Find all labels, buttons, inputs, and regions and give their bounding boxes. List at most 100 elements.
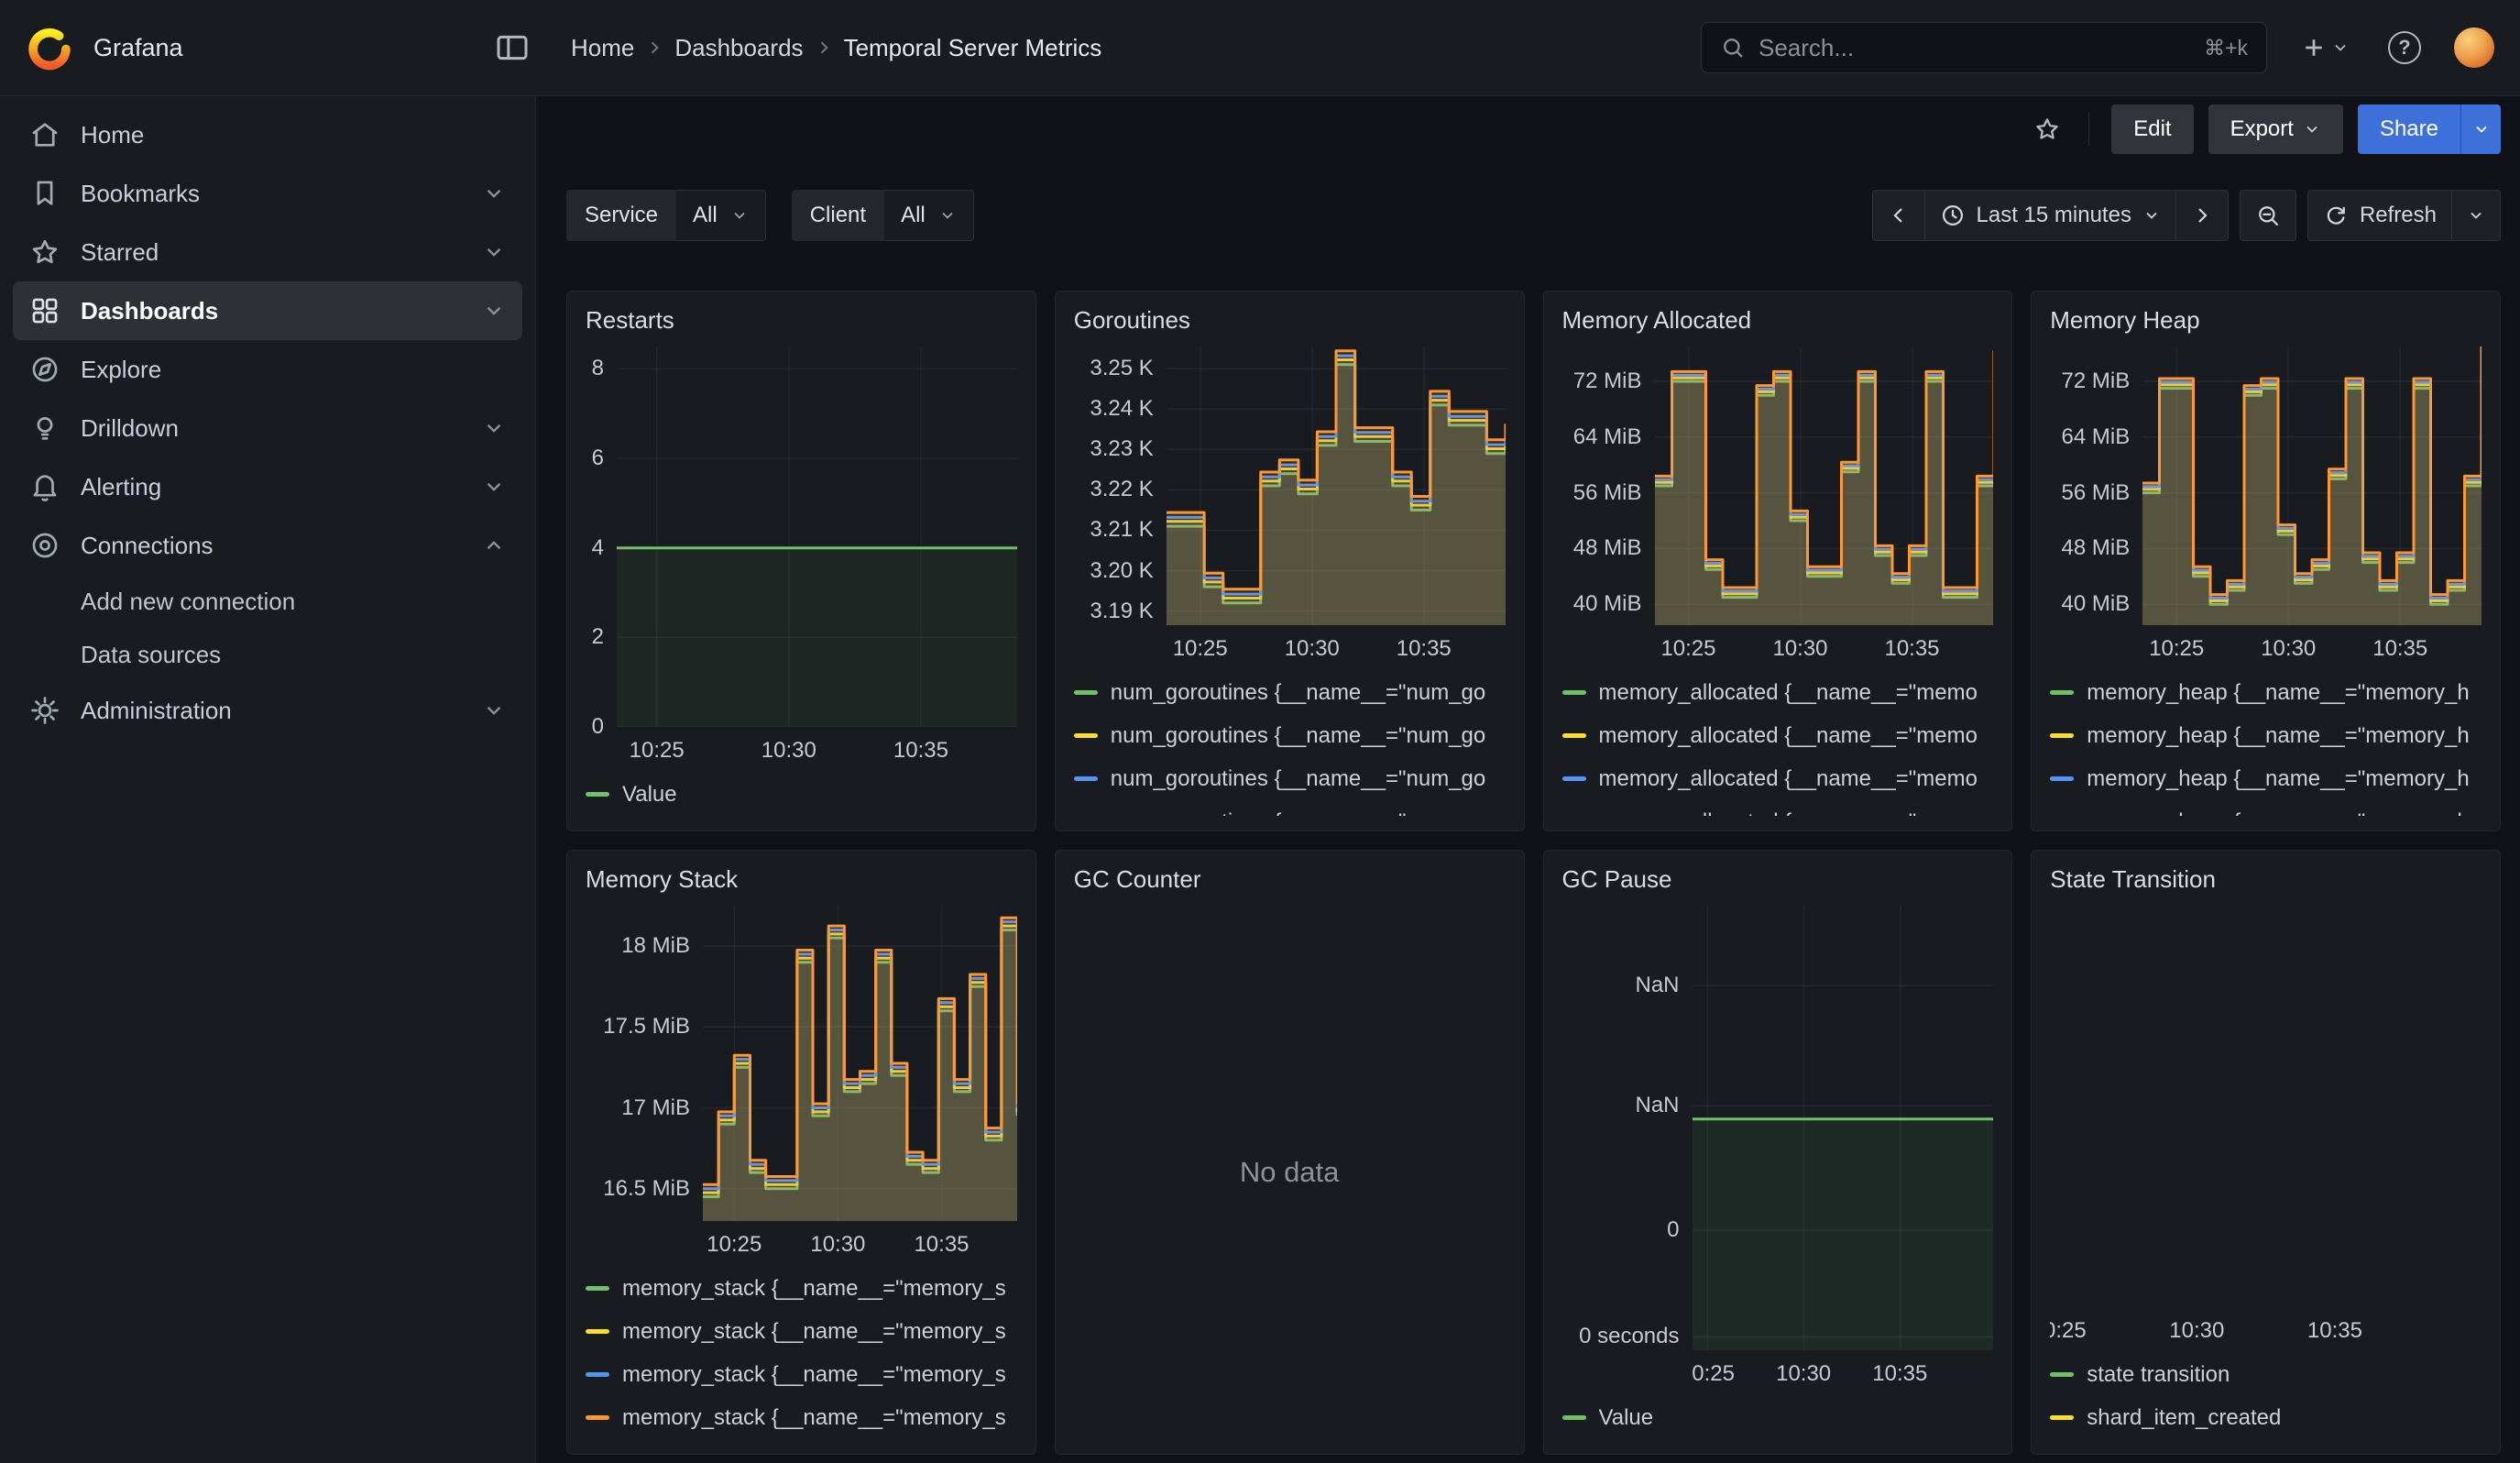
sidebar-item-drilldown[interactable]: Drilldown [13,399,522,457]
y-axis: 3.25 K3.24 K3.23 K3.22 K3.21 K3.20 K3.19… [1074,346,1167,625]
y-axis: 72 MiB64 MiB56 MiB48 MiB40 MiB [2050,346,2142,625]
compass-icon [29,354,60,385]
sidebar-item-add-new-connection[interactable]: Add new connection [13,575,522,628]
variable-client-select[interactable]: All [884,190,974,241]
time-forward-button[interactable] [2176,190,2229,241]
legend-item[interactable]: shard_item_created [2050,1396,2482,1439]
sidebar-item-data-sources[interactable]: Data sources [13,628,522,681]
favorite-star-button[interactable] [2028,110,2066,148]
sidebar-item-starred[interactable]: Starred [13,223,522,281]
chevron-up-icon[interactable] [482,534,506,557]
refresh-interval-button[interactable] [2452,190,2501,241]
plot-area[interactable] [2050,906,2482,1307]
time-back-button[interactable] [1872,190,1925,241]
legend-item[interactable]: memory_stack {__name__="memory_s [586,1396,1017,1439]
legend-item[interactable]: Value [1562,1396,1994,1439]
legend-label: memory_heap {__name__="memory_h [2087,680,2469,706]
sidebar-item-bookmarks[interactable]: Bookmarks [13,164,522,223]
plot-area[interactable] [1655,346,1994,625]
sidebar-item-home[interactable]: Home [13,105,522,164]
legend-item[interactable]: memory_allocated {__name__="memo [1562,671,1994,714]
chevron-down-icon[interactable] [482,182,506,205]
share-button[interactable]: Share [2358,104,2460,154]
new-button[interactable] [2295,28,2355,67]
y-tick-label: 40 MiB [2062,591,2131,617]
legend-item[interactable]: num_goroutines {__name__="num_go [1074,714,1506,757]
breadcrumb-home[interactable]: Home [571,34,634,62]
variable-service-select[interactable]: All [676,190,766,241]
sidebar-item-label: Explore [81,356,161,384]
panel-title[interactable]: State Transition [2050,865,2482,906]
user-avatar[interactable] [2454,28,2494,68]
question-mark-icon: ? [2388,31,2421,64]
chart-canvas[interactable] [1693,906,1994,1350]
sidebar-item-connections[interactable]: Connections [13,516,522,575]
legend-item[interactable]: memory_heap {__name__="memory_h [2050,714,2482,757]
chart-canvas[interactable] [2050,906,2482,1307]
legend-item[interactable]: num_goroutines {__name__="num_go [1074,757,1506,800]
chart-canvas[interactable] [1167,346,1506,625]
panel-title[interactable]: GC Pause [1562,865,1994,906]
sidebar-item-explore[interactable]: Explore [13,340,522,399]
plot-area[interactable] [1167,346,1506,625]
grafana-logo-icon[interactable] [26,24,73,72]
plot-area[interactable] [617,346,1017,727]
search-input[interactable] [1759,34,2191,62]
dashboards-grid-icon [29,295,60,326]
sidebar-item-dashboards[interactable]: Dashboards [13,281,522,340]
legend-item[interactable]: state transition [2050,1353,2482,1396]
legend-item[interactable]: num_goroutines {__name__="num_go [1074,671,1506,714]
panel-title[interactable]: Memory Stack [586,865,1017,906]
chevron-down-icon[interactable] [482,240,506,264]
y-tick-label: 3.23 K [1090,436,1153,462]
help-button[interactable]: ? [2383,26,2427,70]
legend-item[interactable]: memory_allocated {__name__="memo [1562,757,1994,800]
gear-icon [29,695,60,726]
refresh-button[interactable]: Refresh [2307,190,2452,241]
export-button[interactable]: Export [2208,104,2343,154]
edit-button[interactable]: Edit [2111,104,2193,154]
plot-area[interactable] [1693,906,1994,1350]
chevron-down-icon[interactable] [482,698,506,722]
legend-item[interactable]: memory_stack {__name__="memory_s [586,1267,1017,1310]
panel-title[interactable]: GC Counter [1074,865,1506,906]
search-bar[interactable]: ⌘+k [1701,22,2267,73]
legend-item[interactable]: Value [586,773,1017,816]
sidebar-item-alerting[interactable]: Alerting [13,457,522,516]
plot-area[interactable] [2142,346,2482,625]
zoom-out-button[interactable] [2240,190,2296,241]
sidebar-item-administration[interactable]: Administration [13,681,522,740]
legend-item[interactable]: memory_stack {__name__="memory_s [586,1353,1017,1396]
chart-canvas[interactable] [1655,346,1994,625]
legend-item[interactable]: memory_heap {__name__="memory_h [2050,671,2482,714]
legend-item[interactable]: memory_heap {__name__="memory_h [2050,800,2482,816]
panel-title[interactable]: Memory Allocated [1562,306,1994,346]
y-tick-label: 3.20 K [1090,558,1153,584]
panel-title[interactable]: Goroutines [1074,306,1506,346]
legend-swatch [1562,776,1586,781]
chevron-down-icon[interactable] [482,475,506,499]
panel-title[interactable]: Restarts [586,306,1017,346]
legend-item[interactable]: memory_allocated {__name__="memo [1562,714,1994,757]
plot-area[interactable] [703,906,1017,1221]
sidebar-toggle-button[interactable] [488,24,536,72]
panel-body: No data [1074,906,1506,1439]
breadcrumb-dashboards[interactable]: Dashboards [674,34,803,62]
chart-canvas[interactable] [703,906,1017,1221]
chevron-down-icon[interactable] [482,416,506,440]
share-menu-button[interactable] [2460,104,2501,154]
time-range-picker-button[interactable]: Last 15 minutes [1925,190,2176,241]
x-tick-label: 10:30 [810,1232,865,1258]
y-tick-label: NaN [1635,1093,1679,1118]
chart-canvas[interactable] [617,346,1017,727]
legend-item[interactable]: memory_stack {__name__="memory_s [586,1310,1017,1353]
legend-item[interactable]: memory_heap {__name__="memory_h [2050,757,2482,800]
search-shortcut: ⌘+k [2204,36,2248,60]
legend-item[interactable]: num_goroutines {__name__="num_go [1074,800,1506,816]
panel-body: 72 MiB64 MiB56 MiB48 MiB40 MiB10:2510:30… [1562,346,1994,816]
chevron-down-icon[interactable] [482,299,506,323]
legend-item[interactable]: memory_allocated {__name__="memo [1562,800,1994,816]
chart-canvas[interactable] [2142,346,2482,625]
panel-title[interactable]: Memory Heap [2050,306,2482,346]
divider [2088,113,2089,146]
